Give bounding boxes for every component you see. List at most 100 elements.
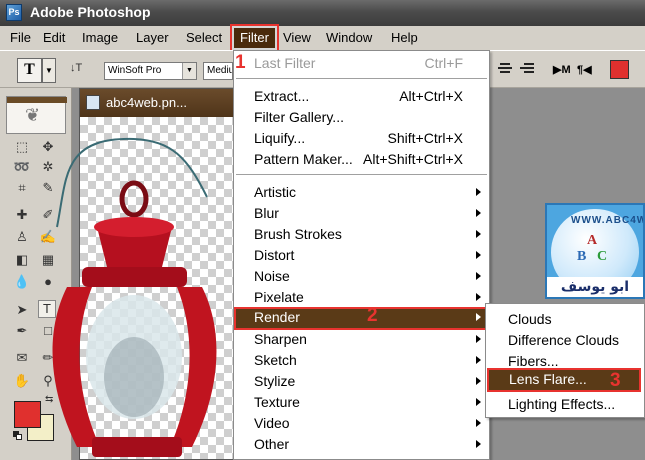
menu-item-label: Distort (254, 247, 295, 263)
title-bar: Ps Adobe Photoshop (0, 0, 645, 26)
tool-preset-picker[interactable]: T (17, 58, 42, 83)
menu-item-distort[interactable]: Distort (234, 245, 489, 266)
submenu-arrow-icon (476, 398, 481, 406)
logo-caption: ابو يوسف (547, 277, 643, 297)
document-icon (86, 95, 100, 110)
logo-letter-b: B (577, 249, 587, 264)
logo-letter-a: A (587, 233, 598, 248)
align-right-icon[interactable] (520, 63, 534, 77)
menu-item-last-filter: Last Filter Ctrl+F (234, 53, 489, 74)
menu-edit[interactable]: Edit (43, 30, 65, 45)
menu-separator (236, 174, 487, 176)
menu-layer[interactable]: Layer (136, 30, 169, 45)
logo-ring-text: WWW.ABC4WEB.NET (571, 215, 643, 226)
submenu-item-label: Fibers... (508, 353, 559, 369)
chevron-down-icon[interactable]: ▼ (42, 58, 56, 83)
menu-item-label: Extract... (254, 88, 310, 104)
submenu-arrow-icon (476, 440, 481, 448)
menu-help[interactable]: Help (391, 30, 418, 45)
menu-window[interactable]: Window (326, 30, 372, 45)
window-title: Adobe Photoshop (30, 4, 151, 20)
menu-item-label: Blur (254, 205, 279, 221)
menu-item-sketch[interactable]: Sketch (234, 350, 489, 371)
menu-item-label: Pattern Maker... (254, 151, 353, 167)
submenu-arrow-icon (476, 419, 481, 427)
menu-filter[interactable]: Filter (230, 24, 279, 52)
menu-item-shortcut: Alt+Shift+Ctrl+X (363, 151, 463, 167)
menu-item-label: Noise (254, 268, 290, 284)
menu-item-shortcut: Alt+Ctrl+X (399, 88, 463, 104)
tools-panel-header: ❦ (6, 96, 67, 134)
menu-item-stylize[interactable]: Stylize (234, 371, 489, 392)
menu-item-label: Render (254, 309, 300, 325)
menu-file[interactable]: File (10, 30, 31, 45)
site-logo: WWW.ABC4WEB.NET A B C ابو يوسف (545, 203, 645, 299)
step-marker-1: 1 (235, 52, 246, 73)
logo-letter-c: C (597, 249, 608, 264)
menu-item-artistic[interactable]: Artistic (234, 182, 489, 203)
menu-item-render[interactable]: Render (234, 307, 489, 330)
chevron-down-icon[interactable]: ▼ (182, 63, 196, 79)
submenu-arrow-icon (476, 377, 481, 385)
menu-image[interactable]: Image (82, 30, 118, 45)
document-title: abc4web.pn... (106, 95, 187, 110)
document-title-bar[interactable]: abc4web.pn... (80, 89, 244, 117)
right-to-left-icon[interactable]: ▶M (553, 63, 571, 76)
submenu-arrow-icon (476, 356, 481, 364)
text-color-swatch[interactable] (610, 60, 629, 79)
menu-item-label: Artistic (254, 184, 296, 200)
menu-item-label: Other (254, 436, 290, 452)
menu-select[interactable]: Select (186, 30, 222, 45)
menu-item-liquify[interactable]: Liquify... Shift+Ctrl+X (234, 128, 489, 149)
submenu-arrow-icon (476, 209, 481, 217)
step-marker-2: 2 (367, 305, 378, 326)
menu-item-other[interactable]: Other (234, 434, 489, 455)
submenu-item-difference-clouds[interactable]: Difference Clouds (486, 329, 644, 350)
submenu-item-lighting-effects[interactable]: Lighting Effects... (486, 393, 644, 414)
menu-item-shortcut: Ctrl+F (424, 55, 464, 71)
submenu-arrow-icon (476, 188, 481, 196)
menu-item-pixelate[interactable]: Pixelate (234, 287, 489, 308)
menu-item-label: Video (254, 415, 290, 431)
text-orientation-icon[interactable]: ↓T (70, 62, 82, 74)
menu-item-label: Sharpen (254, 331, 307, 347)
menu-separator (236, 78, 487, 80)
menu-item-noise[interactable]: Noise (234, 266, 489, 287)
submenu-item-label: Difference Clouds (508, 332, 620, 348)
menu-item-label: Texture (254, 394, 300, 410)
paragraph-direction-icon[interactable]: ¶◀ (577, 63, 592, 76)
submenu-arrow-icon (476, 313, 481, 321)
font-style-select[interactable]: Medium (203, 62, 233, 80)
foreground-color-swatch[interactable] (14, 401, 41, 428)
submenu-arrow-icon (476, 230, 481, 238)
font-family-select[interactable]: WinSoft Pro ▼ (104, 62, 197, 80)
align-center-icon[interactable] (498, 63, 512, 77)
menu-item-blur[interactable]: Blur (234, 203, 489, 224)
menu-item-label: Stylize (254, 373, 296, 389)
menu-item-label: Last Filter (254, 55, 316, 71)
submenu-arrow-icon (476, 293, 481, 301)
submenu-item-label: Clouds (508, 311, 552, 327)
submenu-item-label: Lighting Effects... (508, 396, 616, 412)
menu-bar: File Edit Image Layer Select Filter View… (0, 24, 645, 52)
font-family-value: WinSoft Pro (108, 65, 162, 76)
menu-item-pattern-maker[interactable]: Pattern Maker... Alt+Shift+Ctrl+X (234, 149, 489, 170)
menu-item-label: Filter Gallery... (254, 109, 344, 125)
submenu-arrow-icon (476, 335, 481, 343)
menu-item-brush-strokes[interactable]: Brush Strokes (234, 224, 489, 245)
menu-item-video[interactable]: Video (234, 413, 489, 434)
menu-item-filter-gallery[interactable]: Filter Gallery... (234, 107, 489, 128)
submenu-item-clouds[interactable]: Clouds (486, 308, 644, 329)
lantern-image (52, 137, 217, 457)
photoshop-app-icon: Ps (6, 4, 22, 21)
menu-item-sharpen[interactable]: Sharpen (234, 329, 489, 350)
menu-item-label: Liquify... (254, 130, 306, 146)
step-marker-3: 3 (610, 370, 621, 391)
menu-item-extract[interactable]: Extract... Alt+Ctrl+X (234, 86, 489, 107)
menu-item-label: Brush Strokes (254, 226, 342, 242)
submenu-arrow-icon (476, 272, 481, 280)
menu-item-texture[interactable]: Texture (234, 392, 489, 413)
menu-item-label: Pixelate (254, 289, 304, 305)
render-submenu: Clouds Difference Clouds Fibers... Lens … (485, 303, 645, 418)
menu-view[interactable]: View (283, 30, 311, 45)
